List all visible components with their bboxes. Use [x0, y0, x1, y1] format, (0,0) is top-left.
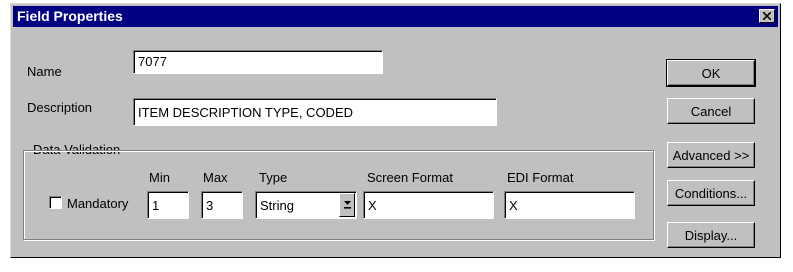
screen-format-input[interactable]: X — [363, 191, 494, 219]
cancel-button[interactable]: Cancel — [667, 98, 755, 124]
screen-format-label: Screen Format — [367, 170, 453, 185]
mandatory-checkbox[interactable] — [49, 196, 62, 209]
description-label: Description — [27, 100, 93, 115]
max-label: Max — [203, 170, 228, 185]
field-properties-dialog: Field Properties Name 7077 Description I… — [10, 3, 781, 258]
advanced-button[interactable]: Advanced >> — [667, 142, 755, 168]
max-input[interactable]: 3 — [201, 191, 243, 219]
dropdown-arrow-icon — [343, 201, 351, 209]
min-input[interactable]: 1 — [147, 191, 189, 219]
edi-format-input[interactable]: X — [504, 191, 635, 219]
conditions-button[interactable]: Conditions... — [667, 180, 755, 206]
type-label: Type — [259, 170, 288, 185]
type-select[interactable]: String — [255, 191, 357, 219]
edi-format-label: EDI Format — [507, 170, 574, 185]
window-title: Field Properties — [17, 8, 123, 24]
min-label: Min — [149, 170, 170, 185]
description-input[interactable]: ITEM DESCRIPTION TYPE, CODED — [133, 98, 497, 126]
type-select-value: String — [260, 198, 294, 213]
name-input[interactable]: 7077 — [133, 50, 383, 74]
name-label: Name — [27, 64, 62, 79]
close-icon — [763, 12, 771, 20]
title-bar[interactable]: Field Properties — [13, 6, 778, 27]
mandatory-label[interactable]: Mandatory — [67, 196, 128, 211]
type-dropdown-button[interactable] — [339, 193, 355, 217]
display-button[interactable]: Display... — [667, 222, 755, 248]
ok-button[interactable]: OK — [666, 59, 756, 87]
close-button[interactable] — [759, 9, 775, 23]
